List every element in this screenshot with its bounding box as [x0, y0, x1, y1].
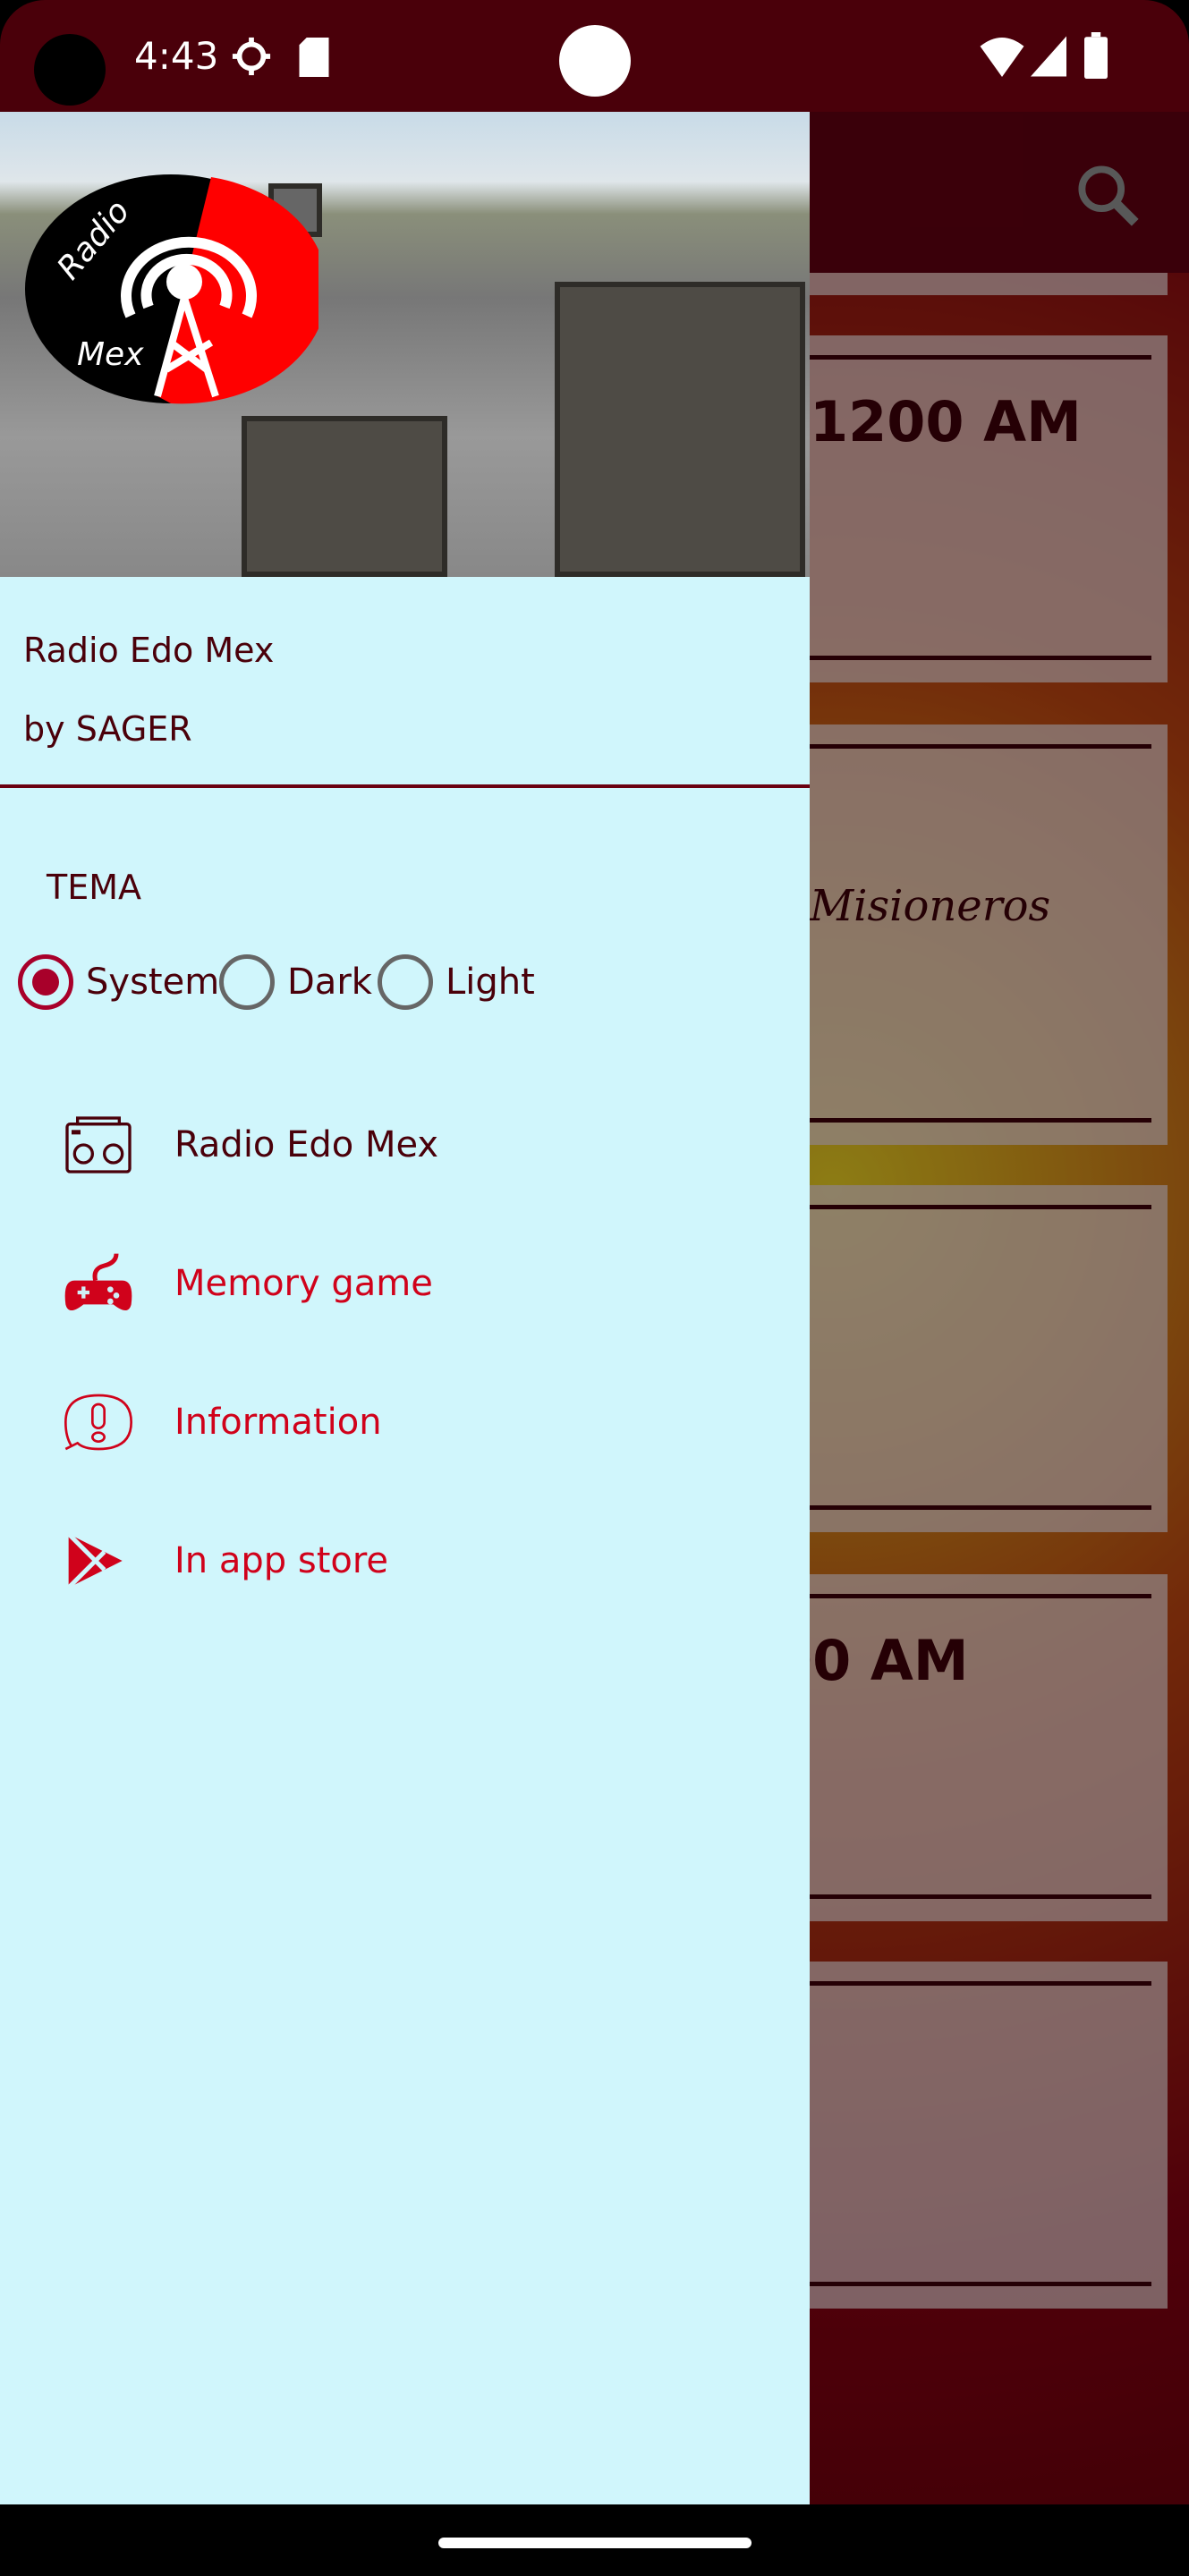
info-bubble-icon [64, 1394, 133, 1451]
play-store-icon [66, 1532, 123, 1589]
menu-item-information[interactable]: Information [0, 1368, 810, 1476]
radio-mex-logo: Radio Mex [25, 174, 318, 404]
gamepad-icon [64, 1253, 132, 1310]
sd-card-icon [299, 38, 329, 77]
svg-text:Mex: Mex [77, 336, 144, 373]
radio-button[interactable] [18, 954, 73, 1010]
signal-icon [1031, 36, 1066, 77]
menu-item-label: Information [174, 1402, 382, 1443]
battery-icon [1084, 32, 1108, 79]
header-divider [0, 784, 810, 788]
wifi-icon [980, 38, 1024, 77]
camera-cutout [34, 34, 106, 106]
app-author: by SAGER [23, 709, 192, 749]
theme-label: TEMA [47, 868, 142, 907]
status-dot [559, 25, 631, 97]
menu-item-radio[interactable]: Radio Edo Mex [0, 1091, 810, 1199]
theme-option-light[interactable]: Light [378, 954, 535, 1010]
menu-item-app-store[interactable]: In app store [0, 1507, 810, 1614]
theme-option-system[interactable]: System [18, 954, 219, 1010]
status-bar: 4:43 [0, 0, 1189, 112]
navigation-drawer: Radio Mex Radio Edo Mex by SAGER TEMA Sy… [0, 112, 810, 2504]
radio-button[interactable] [378, 954, 433, 1010]
theme-option-dark[interactable]: Dark [219, 954, 372, 1010]
settings-icon [232, 37, 271, 76]
home-gesture-handle[interactable] [438, 2538, 752, 2548]
header-image: Radio Mex [0, 112, 810, 577]
menu-item-label: Memory game [174, 1263, 433, 1304]
menu-item-label: Radio Edo Mex [174, 1124, 439, 1165]
menu-item-label: In app store [174, 1540, 389, 1581]
app-name: Radio Edo Mex [23, 631, 275, 670]
status-time: 4:43 [134, 34, 219, 78]
radio-icon [65, 1116, 132, 1174]
radio-button[interactable] [219, 954, 275, 1010]
menu-item-memory-game[interactable]: Memory game [0, 1230, 810, 1337]
